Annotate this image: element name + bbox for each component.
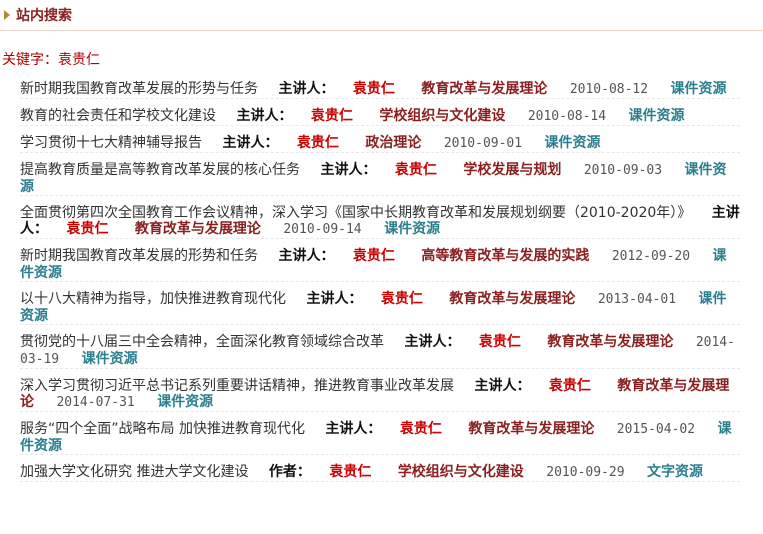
speaker-label: 主讲人：: [404, 334, 461, 350]
category-link[interactable]: 学校组织与文化建设: [379, 108, 505, 124]
result-title-link[interactable]: 全面贯彻第四次全国教育工作会议精神，深入学习《国家中长期教育改革和发展规划纲要（…: [20, 205, 691, 221]
speaker-link[interactable]: 袁贵仁: [329, 464, 371, 480]
results-list: 新时期我国教育改革发展的形势与任务 主讲人： 袁贵仁 教育改革与发展理论 201…: [0, 81, 763, 482]
result-title-link[interactable]: 学习贯彻十七大精神辅导报告: [20, 135, 202, 151]
triangle-right-icon: [4, 10, 10, 20]
category-link[interactable]: 教育改革与发展理论: [468, 421, 594, 437]
speaker-link[interactable]: 袁贵仁: [297, 135, 339, 151]
resource-type-link[interactable]: 文字资源: [647, 464, 703, 480]
category-link[interactable]: 政治理论: [365, 135, 421, 151]
speaker-link[interactable]: 袁贵仁: [395, 162, 437, 178]
resource-type-link[interactable]: 课件资源: [82, 351, 138, 367]
speaker-link[interactable]: 袁贵仁: [381, 291, 423, 307]
category-link[interactable]: 学校组织与文化建设: [398, 464, 524, 480]
speaker-link[interactable]: 袁贵仁: [66, 221, 108, 237]
result-title-link[interactable]: 服务“四个全面”战略布局 加快推进教育现代化: [20, 421, 305, 437]
speaker-link[interactable]: 袁贵仁: [311, 108, 353, 124]
category-link[interactable]: 教育改革与发展理论: [547, 334, 673, 350]
speaker-label: 主讲人：: [236, 108, 293, 124]
result-title-link[interactable]: 贯彻党的十八届三中全会精神，全面深化教育领域综合改革: [20, 334, 384, 350]
speaker-link[interactable]: 袁贵仁: [400, 421, 442, 437]
result-title-link[interactable]: 新时期我国教育改革发展的形势和任务: [20, 248, 258, 264]
resource-type-link[interactable]: 课件资源: [671, 81, 727, 97]
date: 2012-09-20: [611, 249, 691, 264]
date: 2015-04-02: [616, 422, 696, 437]
speaker-link[interactable]: 袁贵仁: [479, 334, 521, 350]
speaker-label: 主讲人：: [320, 162, 377, 178]
date: 2010-08-14: [527, 109, 607, 124]
list-item: 新时期我国教育改革发展的形势和任务 主讲人： 袁贵仁 高等教育改革与发展的实践 …: [20, 248, 740, 282]
date: 2014-07-31: [56, 395, 135, 410]
list-item: 加强大学文化研究 推进大学文化建设 作者： 袁贵仁 学校组织与文化建设 2010…: [20, 464, 740, 482]
speaker-link[interactable]: 袁贵仁: [549, 378, 591, 394]
list-item: 贯彻党的十八届三中全会精神，全面深化教育领域综合改革 主讲人： 袁贵仁 教育改革…: [20, 334, 740, 369]
speaker-label: 主讲人：: [222, 135, 279, 151]
search-header: 站内搜索: [0, 0, 763, 31]
search-keyword: 关键字：袁贵仁: [2, 52, 100, 68]
result-title-link[interactable]: 以十八大精神为指导，加快推进教育现代化: [20, 291, 286, 307]
category-link[interactable]: 教育改革与发展理论: [449, 291, 575, 307]
resource-type-link[interactable]: 课件资源: [157, 394, 213, 410]
result-title-link[interactable]: 深入学习贯彻习近平总书记系列重要讲话精神，推进教育事业改革发展: [20, 378, 454, 394]
result-title-link[interactable]: 教育的社会责任和学校文化建设: [20, 108, 216, 124]
speaker-link[interactable]: 袁贵仁: [353, 81, 395, 97]
date: 2010-09-01: [443, 136, 523, 151]
result-title-link[interactable]: 提高教育质量是高等教育改革发展的核心任务: [20, 162, 300, 178]
date: 2010-08-12: [569, 82, 649, 97]
category-link[interactable]: 学校发展与规划: [463, 162, 561, 178]
speaker-link[interactable]: 袁贵仁: [353, 248, 395, 264]
speaker-label: 主讲人：: [278, 81, 335, 97]
speaker-label: 主讲人：: [306, 291, 363, 307]
resource-type-link[interactable]: 课件资源: [384, 221, 440, 237]
list-item: 全面贯彻第四次全国教育工作会议精神，深入学习《国家中长期教育改革和发展规划纲要（…: [20, 205, 740, 239]
list-item: 提高教育质量是高等教育改革发展的核心任务 主讲人： 袁贵仁 学校发展与规划 20…: [20, 162, 740, 196]
result-title-link[interactable]: 加强大学文化研究 推进大学文化建设: [20, 464, 248, 480]
date: 2010-09-14: [283, 222, 362, 237]
date: 2010-09-03: [583, 163, 663, 178]
speaker-label: 主讲人：: [474, 378, 531, 394]
list-item: 学习贯彻十七大精神辅导报告 主讲人： 袁贵仁 政治理论 2010-09-01 课…: [20, 135, 740, 153]
list-item: 新时期我国教育改革发展的形势与任务 主讲人： 袁贵仁 教育改革与发展理论 201…: [20, 81, 740, 99]
list-item: 以十八大精神为指导，加快推进教育现代化 主讲人： 袁贵仁 教育改革与发展理论 2…: [20, 291, 740, 325]
date: 2010-09-29: [546, 465, 625, 480]
speaker-label: 主讲人：: [325, 421, 382, 437]
speaker-label: 主讲人：: [278, 248, 335, 264]
category-link[interactable]: 高等教育改革与发展的实践: [421, 248, 589, 264]
result-title-link[interactable]: 新时期我国教育改革发展的形势与任务: [20, 81, 258, 97]
speaker-label: 作者：: [268, 464, 311, 480]
date: 2013-04-01: [597, 292, 677, 307]
list-item: 服务“四个全面”战略布局 加快推进教育现代化 主讲人： 袁贵仁 教育改革与发展理…: [20, 421, 740, 455]
list-item: 深入学习贯彻习近平总书记系列重要讲话精神，推进教育事业改革发展 主讲人： 袁贵仁…: [20, 378, 740, 412]
category-link[interactable]: 教育改革与发展理论: [135, 221, 261, 237]
list-item: 教育的社会责任和学校文化建设 主讲人： 袁贵仁 学校组织与文化建设 2010-0…: [20, 108, 740, 126]
resource-type-link[interactable]: 课件资源: [629, 108, 685, 124]
category-link[interactable]: 教育改革与发展理论: [421, 81, 547, 97]
page-title: 站内搜索: [16, 8, 72, 24]
resource-type-link[interactable]: 课件资源: [545, 135, 601, 151]
